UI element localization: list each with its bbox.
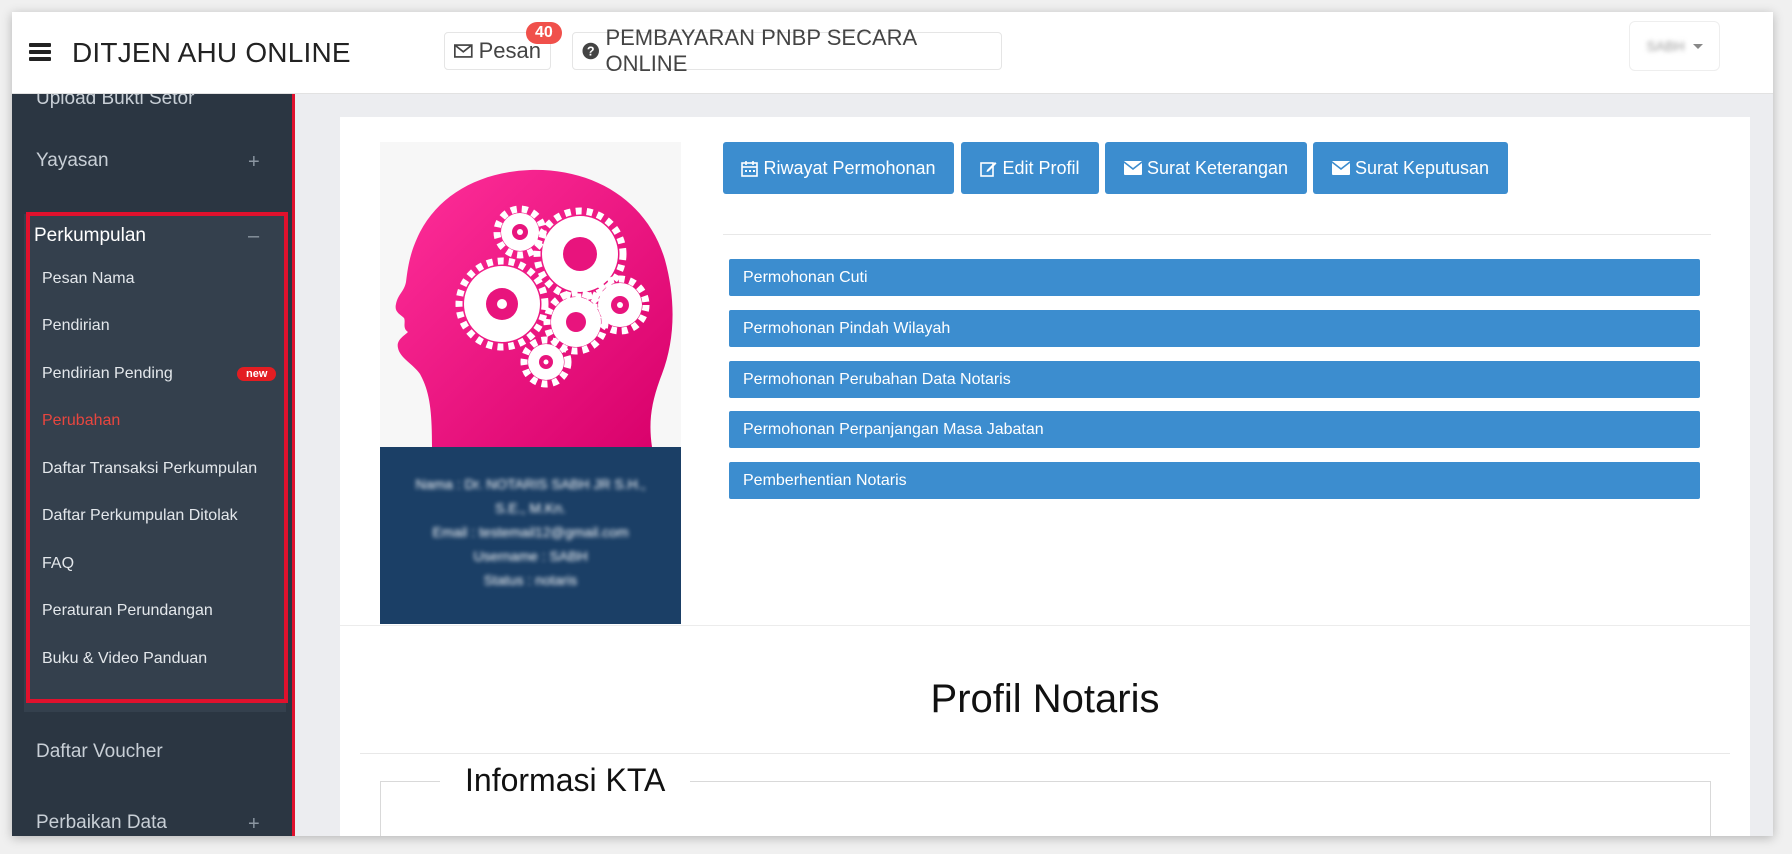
edit-profil-label: Edit Profil	[1002, 157, 1080, 178]
permohonan-cuti-button[interactable]: Permohonan Cuti	[729, 259, 1700, 296]
profile-photo	[380, 142, 681, 447]
sidebar-item-daftar-voucher[interactable]: Daftar Voucher	[36, 741, 163, 763]
sidebar-subitem-peraturan[interactable]: Peraturan Perundangan	[42, 602, 213, 620]
surat-keterangan-button[interactable]: Surat Keterangan	[1105, 142, 1307, 194]
question-circle-icon: ?	[582, 42, 599, 60]
main-content: Nama : Dr. NOTARIS SABH JR S.H., S.E., M…	[295, 94, 1773, 836]
envelope-icon	[454, 44, 473, 58]
app-title: DITJEN AHU ONLINE	[72, 37, 351, 68]
riwayat-permohonan-label: Riwayat Permohonan	[763, 157, 936, 178]
envelope-icon	[1331, 161, 1350, 175]
envelope-icon	[1123, 161, 1142, 175]
sidebar-subitem-pendirian[interactable]: Pendirian	[42, 317, 110, 335]
collapse-minus-icon[interactable]: –	[248, 225, 259, 248]
pemberhentian-notaris-button[interactable]: Pemberhentian Notaris	[729, 462, 1700, 499]
payment-label: PEMBAYARAN PNBP SECARA ONLINE	[605, 25, 916, 76]
info-degree: S.E., M.Kn.	[495, 500, 566, 516]
sidebar-item-upload-bukti-setor[interactable]: Upload Bukti Setor	[36, 94, 194, 110]
surat-keterangan-label: Surat Keterangan	[1146, 157, 1289, 178]
sidebar-subitem-daftar-transaksi[interactable]: Daftar Transaksi Perkumpulan	[42, 460, 257, 478]
sidebar-item-perbaikan-data[interactable]: Perbaikan Data	[36, 812, 167, 834]
section-title: Informasi KTA	[440, 762, 691, 799]
payment-pnbp-button[interactable]: ? PEMBAYARAN PNBP SECARA ONLINE	[572, 25, 1002, 76]
sidebar-subitem-perubahan[interactable]: Perubahan	[42, 412, 120, 430]
app-window: DITJEN AHU ONLINE Pesan 40 ? PEMBAYARAN …	[12, 12, 1773, 836]
info-email: Email : testemail12@gmail.com	[432, 524, 629, 540]
expand-plus-icon[interactable]: +	[248, 151, 260, 174]
surat-keputusan-label: Surat Keputusan	[1354, 157, 1490, 178]
page-title: Profil Notaris	[930, 677, 1160, 721]
sidebar-subitem-pendirian-pending[interactable]: Pendirian Pending	[42, 365, 173, 383]
brain-head-image	[395, 169, 673, 447]
sidebar-item-yayasan[interactable]: Yayasan	[36, 150, 109, 172]
sidebar: Upload Bukti Setor Yayasan + Perkumpulan…	[12, 94, 294, 836]
svg-text:?: ?	[587, 44, 595, 58]
info-username: Username : SABH	[473, 548, 588, 564]
user-name: SABH	[1646, 38, 1685, 54]
sidebar-subitem-daftar-ditolak[interactable]: Daftar Perkumpulan Ditolak	[42, 507, 238, 525]
messages-count-badge: 40	[526, 22, 562, 44]
edit-icon	[980, 161, 997, 177]
permohonan-perpanjangan-button[interactable]: Permohonan Perpanjangan Masa Jabatan	[729, 411, 1700, 448]
profile-card: Nama : Dr. NOTARIS SABH JR S.H., S.E., M…	[340, 117, 1750, 836]
surat-keputusan-button[interactable]: Surat Keputusan	[1313, 142, 1508, 194]
user-menu-dropdown[interactable]: SABH	[1629, 21, 1720, 71]
new-badge: new	[237, 367, 277, 381]
permohonan-perubahan-data-button[interactable]: Permohonan Perubahan Data Notaris	[729, 361, 1700, 398]
info-status: Status : notaris	[483, 572, 578, 588]
profile-info-box: Nama : Dr. NOTARIS SABH JR S.H., S.E., M…	[380, 447, 681, 624]
caret-down-icon	[1692, 43, 1703, 49]
info-name: Nama : Dr. NOTARIS SABH JR S.H.,	[415, 476, 646, 492]
divider	[340, 625, 1750, 626]
divider	[360, 753, 1730, 754]
calendar-icon	[741, 160, 759, 177]
expand-plus-icon[interactable]: +	[248, 813, 260, 836]
sidebar-subitem-faq[interactable]: FAQ	[42, 555, 74, 573]
permohonan-pindah-wilayah-button[interactable]: Permohonan Pindah Wilayah	[729, 310, 1700, 347]
hamburger-menu-icon[interactable]	[29, 43, 51, 61]
top-navbar: DITJEN AHU ONLINE Pesan 40 ? PEMBAYARAN …	[12, 12, 1773, 94]
riwayat-permohonan-button[interactable]: Riwayat Permohonan	[723, 142, 954, 194]
sidebar-subitem-pesan-nama[interactable]: Pesan Nama	[42, 270, 135, 288]
sidebar-item-perkumpulan[interactable]: Perkumpulan	[34, 225, 146, 247]
divider	[723, 234, 1711, 235]
sidebar-subitem-buku-video[interactable]: Buku & Video Panduan	[42, 650, 207, 668]
edit-profil-button[interactable]: Edit Profil	[961, 142, 1099, 194]
